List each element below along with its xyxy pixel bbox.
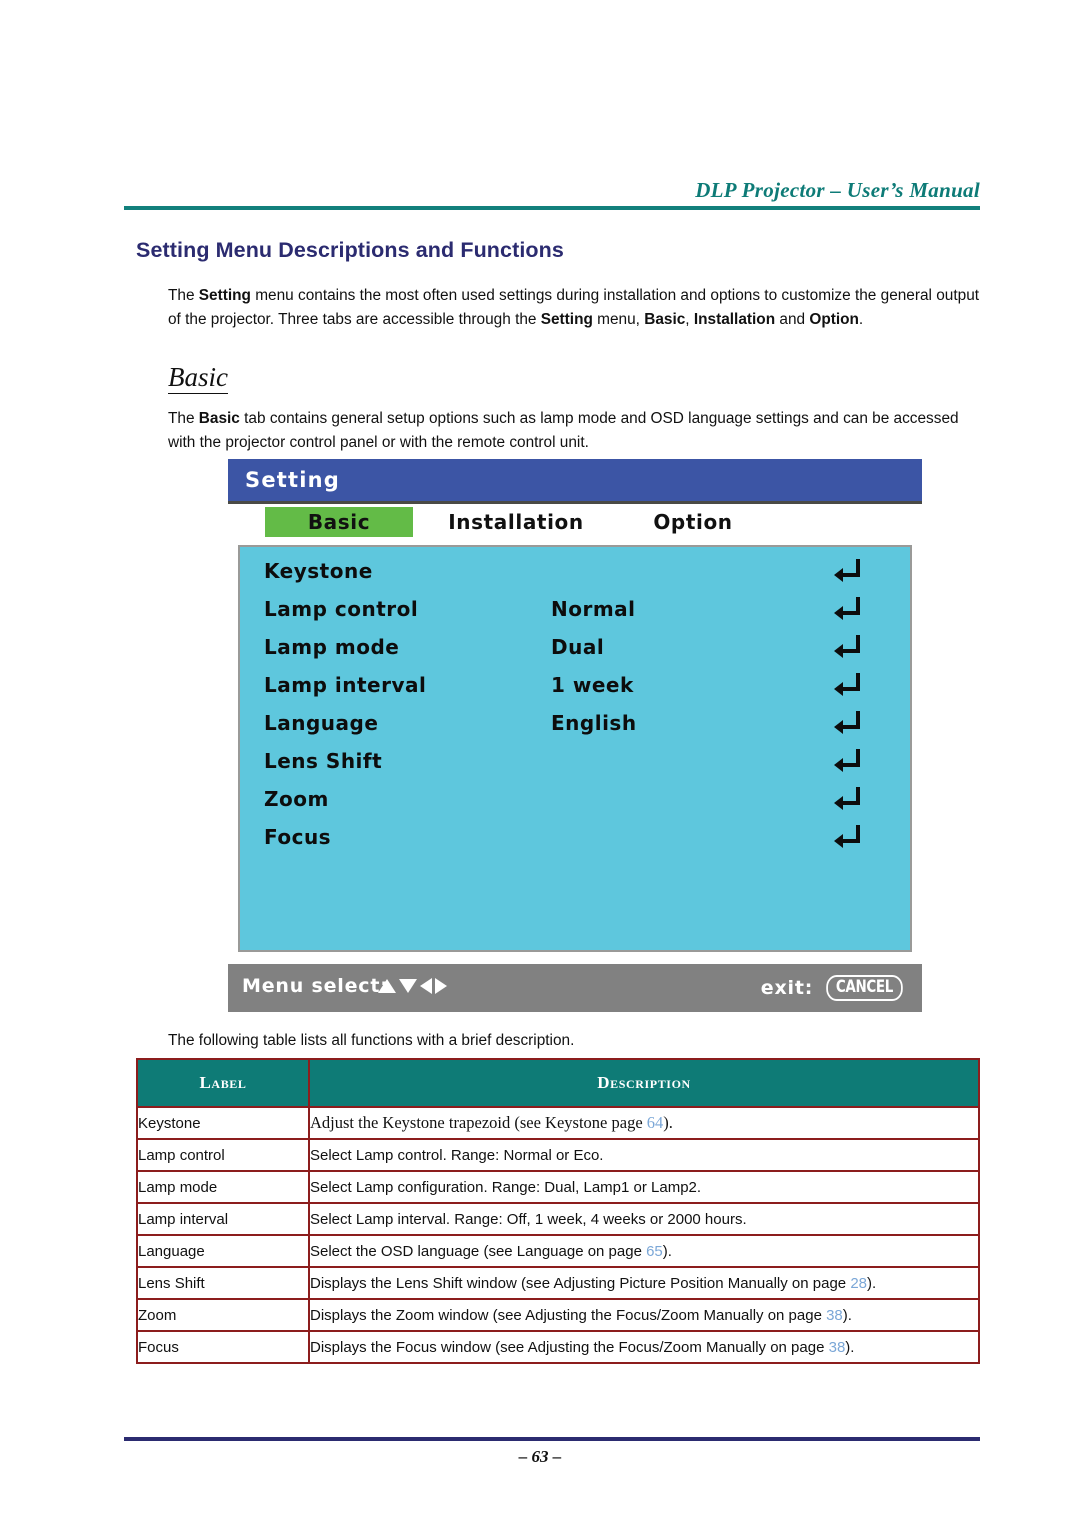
osd-menu-item[interactable]: Lamp control Normal: [240, 597, 914, 635]
osd-menu-item[interactable]: Language English: [240, 711, 914, 749]
column-header-label: Label: [136, 1058, 310, 1108]
osd-item-value: Dual: [551, 635, 605, 659]
osd-item-label: Lamp control: [264, 597, 419, 621]
cell-label: Lamp interval: [136, 1202, 310, 1236]
table-row: Lamp control Select Lamp control. Range: …: [136, 1138, 980, 1172]
osd-menu-item[interactable]: Lens Shift: [240, 749, 914, 787]
running-header: DLP Projector – User’s Manual: [124, 178, 980, 212]
enter-arrow-icon[interactable]: [832, 745, 862, 775]
right-triangle-icon: [434, 977, 448, 1000]
cell-description: Select Lamp interval. Range: Off, 1 week…: [308, 1202, 980, 1236]
table-row: Zoom Displays the Zoom window (see Adjust…: [136, 1298, 980, 1332]
menu-select-label: Menu select:: [242, 975, 389, 997]
page-reference-link[interactable]: 38: [829, 1339, 846, 1356]
cell-label: Language: [136, 1234, 310, 1268]
osd-item-label: Language: [264, 711, 379, 735]
cell-label: Zoom: [136, 1298, 310, 1332]
osd-tab-basic[interactable]: Basic: [265, 507, 413, 537]
osd-tab-installation[interactable]: Installation: [436, 507, 596, 537]
footer-rule: [124, 1437, 980, 1441]
enter-arrow-icon[interactable]: [832, 821, 862, 851]
osd-item-label: Lamp mode: [264, 635, 400, 659]
osd-item-label: Lamp interval: [264, 673, 427, 697]
page-reference-link[interactable]: 65: [646, 1243, 663, 1260]
cell-label: Focus: [136, 1330, 310, 1364]
page-reference-link[interactable]: 28: [850, 1275, 867, 1292]
functions-table: Label Description Keystone Adjust the Key…: [136, 1058, 980, 1364]
manual-title: DLP Projector – User’s Manual: [695, 178, 980, 202]
osd-menu-item[interactable]: Lamp interval 1 week: [240, 673, 914, 711]
osd-titlebar: Setting: [228, 459, 922, 504]
osd-item-value: English: [551, 711, 637, 735]
enter-arrow-icon[interactable]: [832, 707, 862, 737]
enter-arrow-icon[interactable]: [832, 631, 862, 661]
page-reference-link[interactable]: 38: [826, 1307, 843, 1324]
table-row: Lamp interval Select Lamp interval. Range…: [136, 1202, 980, 1236]
table-row: Language Select the OSD language (see Lan…: [136, 1234, 980, 1268]
page-number: – 63 –: [518, 1447, 562, 1466]
up-triangle-icon: [377, 977, 397, 1000]
osd-item-label: Zoom: [264, 787, 329, 811]
table-intro-text: The following table lists all functions …: [168, 1032, 575, 1049]
osd-exit-group: exit: CANCEL: [761, 975, 908, 1001]
cell-description: Select Lamp control. Range: Normal or Ec…: [308, 1138, 980, 1172]
table-header-row: Label Description: [136, 1058, 980, 1108]
cell-description: Select Lamp configuration. Range: Dual, …: [308, 1170, 980, 1204]
cell-description: Displays the Lens Shift window (see Adju…: [308, 1266, 980, 1300]
intro-paragraph: The Setting menu contains the most often…: [168, 287, 980, 328]
cell-description: Displays the Focus window (see Adjusting…: [308, 1330, 980, 1364]
osd-tab-bar: Basic Installation Option: [228, 507, 922, 543]
enter-arrow-icon[interactable]: [832, 669, 862, 699]
enter-arrow-icon[interactable]: [832, 555, 862, 585]
osd-item-label: Keystone: [264, 559, 373, 583]
document-page: DLP Projector – User’s Manual Setting Me…: [0, 0, 1080, 1528]
basic-paragraph: The Basic tab contains general setup opt…: [168, 410, 959, 451]
table-row: Lamp mode Select Lamp configuration. Rang…: [136, 1170, 980, 1204]
cell-label: Lamp control: [136, 1138, 310, 1172]
osd-item-value: Normal: [551, 597, 636, 621]
cancel-button[interactable]: CANCEL: [826, 975, 903, 1001]
exit-label: exit:: [760, 977, 814, 999]
subsection-heading: Basic: [168, 363, 228, 395]
table-row: Focus Displays the Focus window (see Adju…: [136, 1330, 980, 1364]
osd-screenshot: Setting Basic Installation Option Keysto…: [228, 459, 922, 1012]
cell-label: Keystone: [136, 1106, 310, 1140]
left-triangle-icon: [419, 977, 433, 1000]
osd-item-label: Focus: [264, 825, 332, 849]
cell-description: Adjust the Keystone trapezoid (see Keyst…: [308, 1106, 980, 1140]
osd-title: Setting: [245, 468, 341, 492]
column-header-description: Description: [308, 1058, 980, 1108]
cell-description: Displays the Zoom window (see Adjusting …: [308, 1298, 980, 1332]
cell-label: Lens Shift: [136, 1266, 310, 1300]
page-reference-link[interactable]: 64: [647, 1113, 664, 1132]
table-row: Lens Shift Displays the Lens Shift window…: [136, 1266, 980, 1300]
osd-menu-item[interactable]: Keystone: [240, 559, 914, 597]
header-rule: [124, 206, 980, 210]
table-head: Label Description: [136, 1058, 980, 1108]
osd-menu-item[interactable]: Lamp mode Dual: [240, 635, 914, 673]
cell-description: Select the OSD language (see Language on…: [308, 1234, 980, 1268]
cell-label: Lamp mode: [136, 1170, 310, 1204]
osd-menu-item[interactable]: Focus: [240, 825, 914, 863]
down-triangle-icon: [398, 977, 418, 1000]
enter-arrow-icon[interactable]: [832, 783, 862, 813]
table-body: Keystone Adjust the Keystone trapezoid (s…: [136, 1106, 980, 1364]
osd-item-label: Lens Shift: [264, 749, 383, 773]
table-row: Keystone Adjust the Keystone trapezoid (s…: [136, 1106, 980, 1140]
osd-tab-option[interactable]: Option: [628, 507, 758, 537]
page-title: Setting Menu Descriptions and Functions: [136, 238, 564, 262]
direction-arrows: [377, 977, 448, 1000]
osd-footer-bar: Menu select: exit: CANCEL: [228, 964, 922, 1012]
enter-arrow-icon[interactable]: [832, 593, 862, 623]
osd-menu-item[interactable]: Zoom: [240, 787, 914, 825]
osd-item-value: 1 week: [551, 673, 634, 697]
osd-menu-list: Keystone Lamp control Normal Lamp mode Dual L…: [238, 545, 912, 952]
